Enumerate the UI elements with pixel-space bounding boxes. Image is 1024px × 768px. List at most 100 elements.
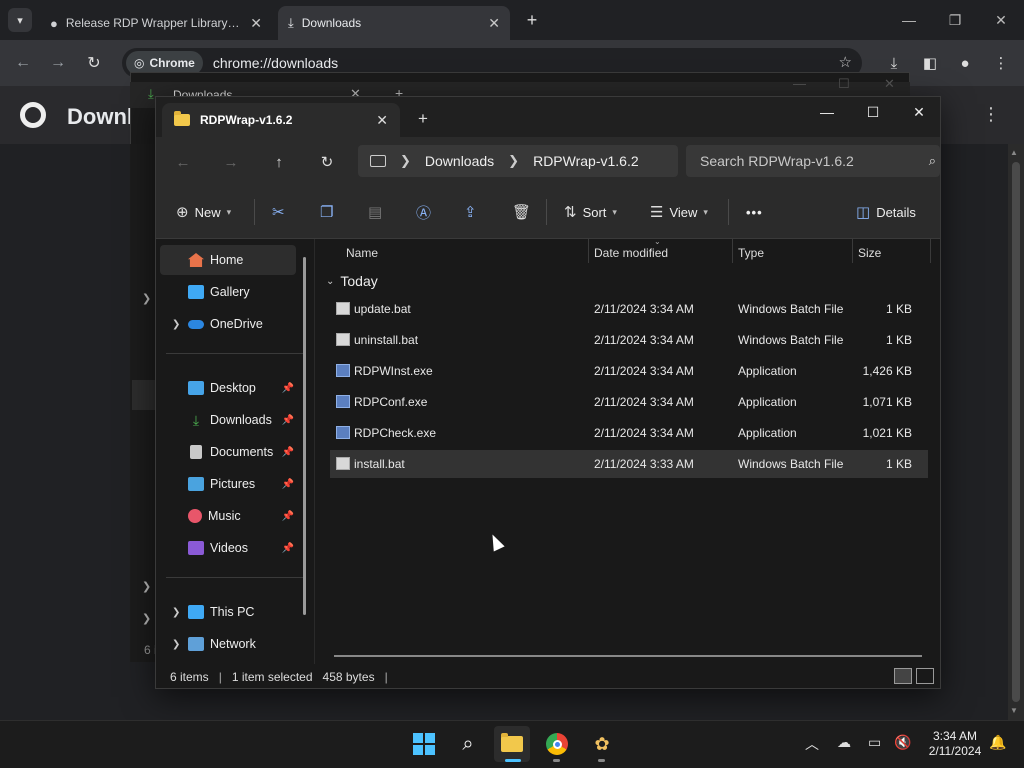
column-divider[interactable] xyxy=(852,239,853,263)
explorer-tab-rdpwrap[interactable]: RDPWrap-v1.6.2 ✕ xyxy=(162,103,400,137)
page-menu-icon[interactable]: ⋮ xyxy=(982,104,1000,125)
column-header-type[interactable]: Type xyxy=(738,246,764,260)
back-button[interactable]: ← xyxy=(12,52,34,74)
chrome-taskbar-button[interactable] xyxy=(539,726,575,762)
file-row[interactable]: uninstall.bat 2/11/2024 3:34 AM Windows … xyxy=(330,326,928,354)
nav-item-this-pc[interactable]: ❯ This PC xyxy=(160,597,296,627)
cut-button[interactable]: ✂ xyxy=(272,201,285,223)
minimize-icon[interactable]: — xyxy=(793,76,806,91)
clock[interactable]: 3:34 AM 2/11/2024 xyxy=(920,729,990,759)
chrome-tab-downloads[interactable]: ⤓ Downloads ✕ xyxy=(278,6,510,40)
pin-icon[interactable]: 📌 xyxy=(282,479,294,490)
forward-arrow-icon[interactable]: → xyxy=(220,151,242,173)
maximize-button[interactable]: ☐ xyxy=(850,97,896,127)
pin-icon[interactable]: 📌 xyxy=(282,383,294,394)
refresh-icon[interactable]: ↻ xyxy=(316,151,338,173)
file-explorer-taskbar-button[interactable] xyxy=(494,726,530,762)
breadcrumb-downloads[interactable]: Downloads xyxy=(425,153,494,169)
search-input[interactable]: Search RDPWrap-v1.6.2 ⌕ xyxy=(686,145,940,177)
chevron-right-icon[interactable]: ❯ xyxy=(508,153,519,169)
close-tab-icon[interactable]: ✕ xyxy=(488,15,500,32)
maximize-icon[interactable]: ☐ xyxy=(838,76,850,92)
pin-icon[interactable]: 📌 xyxy=(282,511,294,522)
details-pane-button[interactable]: ◫ Details xyxy=(856,201,916,223)
nav-item-home[interactable]: Home xyxy=(160,245,296,275)
close-icon[interactable]: ✕ xyxy=(884,76,895,92)
volume-muted-icon[interactable]: 🔇 xyxy=(894,734,911,751)
minimize-button[interactable]: — xyxy=(886,0,932,40)
file-row[interactable]: RDPConf.exe 2/11/2024 3:34 AM Applicatio… xyxy=(330,388,928,416)
column-divider[interactable] xyxy=(588,239,589,263)
view-button[interactable]: ☰ View ▾ xyxy=(650,201,708,223)
copy-button[interactable]: ❐ xyxy=(320,201,333,223)
tiles-view-toggle[interactable] xyxy=(916,668,934,684)
scroll-down-icon[interactable]: ▼ xyxy=(1010,706,1018,715)
file-row[interactable]: RDPCheck.exe 2/11/2024 3:34 AM Applicati… xyxy=(330,419,928,447)
profile-icon[interactable]: ● xyxy=(954,52,976,74)
new-tab-button[interactable]: + xyxy=(418,109,428,129)
minimize-button[interactable]: — xyxy=(804,97,850,127)
search-icon[interactable]: ⌕ xyxy=(929,153,936,169)
group-header-today[interactable]: ⌄ Today xyxy=(326,273,378,289)
nav-item-desktop[interactable]: Desktop 📌 xyxy=(160,373,296,403)
chevron-right-icon[interactable]: ❯ xyxy=(142,612,151,625)
details-view-toggle[interactable] xyxy=(894,668,912,684)
back-arrow-icon[interactable]: ← xyxy=(172,151,194,173)
this-pc-icon[interactable] xyxy=(370,155,386,167)
pin-icon[interactable]: 📌 xyxy=(282,543,294,554)
new-button[interactable]: ⊕ New ▾ xyxy=(176,201,231,223)
nav-item-gallery[interactable]: Gallery xyxy=(160,277,296,307)
search-button[interactable]: ⌕ xyxy=(450,726,486,762)
chevron-right-icon[interactable]: ❯ xyxy=(142,580,151,593)
up-arrow-icon[interactable]: ↑ xyxy=(268,151,290,173)
paste-button[interactable]: ▤ xyxy=(368,201,382,223)
file-row-selected[interactable]: install.bat 2/11/2024 3:33 AM Windows Ba… xyxy=(330,450,928,478)
delete-button[interactable]: 🗑 xyxy=(512,201,531,223)
chevron-right-icon[interactable]: ❯ xyxy=(172,639,180,650)
column-header-name[interactable]: Name xyxy=(346,246,378,260)
horizontal-scrollbar[interactable] xyxy=(334,655,922,657)
chevron-up-icon[interactable]: ︿ xyxy=(805,734,819,754)
pin-icon[interactable]: 📌 xyxy=(282,415,294,426)
file-row[interactable]: update.bat 2/11/2024 3:34 AM Windows Bat… xyxy=(330,295,928,323)
close-tab-icon[interactable]: ✕ xyxy=(376,112,388,129)
nav-pane-scrollbar[interactable] xyxy=(303,257,306,615)
nav-item-network[interactable]: ❯ Network xyxy=(160,629,296,659)
close-window-button[interactable]: ✕ xyxy=(896,97,940,127)
nav-item-downloads[interactable]: ⤓ Downloads 📌 xyxy=(160,405,296,435)
new-tab-button[interactable]: + xyxy=(520,8,544,32)
restore-button[interactable]: ❐ xyxy=(932,0,978,40)
column-header-size[interactable]: Size xyxy=(858,246,881,260)
cloud-offline-icon[interactable]: ☁ xyxy=(837,734,851,751)
page-scroll-thumb[interactable] xyxy=(1012,162,1020,702)
chrome-tab-github[interactable]: ● Release RDP Wrapper Library v1.6.2 ✕ xyxy=(40,6,272,40)
nav-item-videos[interactable]: Videos 📌 xyxy=(160,533,296,563)
reload-button[interactable]: ↻ xyxy=(83,52,105,74)
app-taskbar-button[interactable]: ✿ xyxy=(584,726,620,762)
chevron-right-icon[interactable]: ❯ xyxy=(142,292,151,305)
file-row[interactable]: RDPWInst.exe 2/11/2024 3:34 AM Applicati… xyxy=(330,357,928,385)
tab-search-button[interactable]: ▾ xyxy=(8,8,32,32)
nav-item-pictures[interactable]: Pictures 📌 xyxy=(160,469,296,499)
chevron-right-icon[interactable]: ❯ xyxy=(400,153,411,169)
forward-button[interactable]: → xyxy=(47,52,69,74)
breadcrumb[interactable]: ❯ Downloads ❯ RDPWrap-v1.6.2 xyxy=(358,145,678,177)
start-button[interactable] xyxy=(406,726,442,762)
sort-button[interactable]: ⇅ Sort ▾ xyxy=(564,201,617,223)
scroll-up-icon[interactable]: ▲ xyxy=(1010,148,1018,157)
chrome-menu-icon[interactable]: ⋮ xyxy=(990,52,1012,74)
column-divider[interactable] xyxy=(732,239,733,263)
column-header-date[interactable]: Date modified xyxy=(594,246,668,260)
nav-item-documents[interactable]: Documents 📌 xyxy=(160,437,296,467)
nav-item-music[interactable]: Music 📌 xyxy=(160,501,296,531)
side-panel-icon[interactable]: ◧ xyxy=(919,52,941,74)
more-options-button[interactable]: ••• xyxy=(746,201,763,223)
pane-splitter[interactable] xyxy=(314,239,315,664)
close-tab-icon[interactable]: ✕ xyxy=(250,15,262,32)
breadcrumb-rdpwrap[interactable]: RDPWrap-v1.6.2 xyxy=(533,153,639,169)
share-button[interactable]: ⇪ xyxy=(464,201,477,223)
bookmark-star-icon[interactable]: ☆ xyxy=(839,53,852,71)
downloads-icon[interactable]: ⤓ xyxy=(883,52,905,74)
rename-button[interactable]: Ⓐ xyxy=(416,201,431,223)
column-divider[interactable] xyxy=(930,239,931,263)
